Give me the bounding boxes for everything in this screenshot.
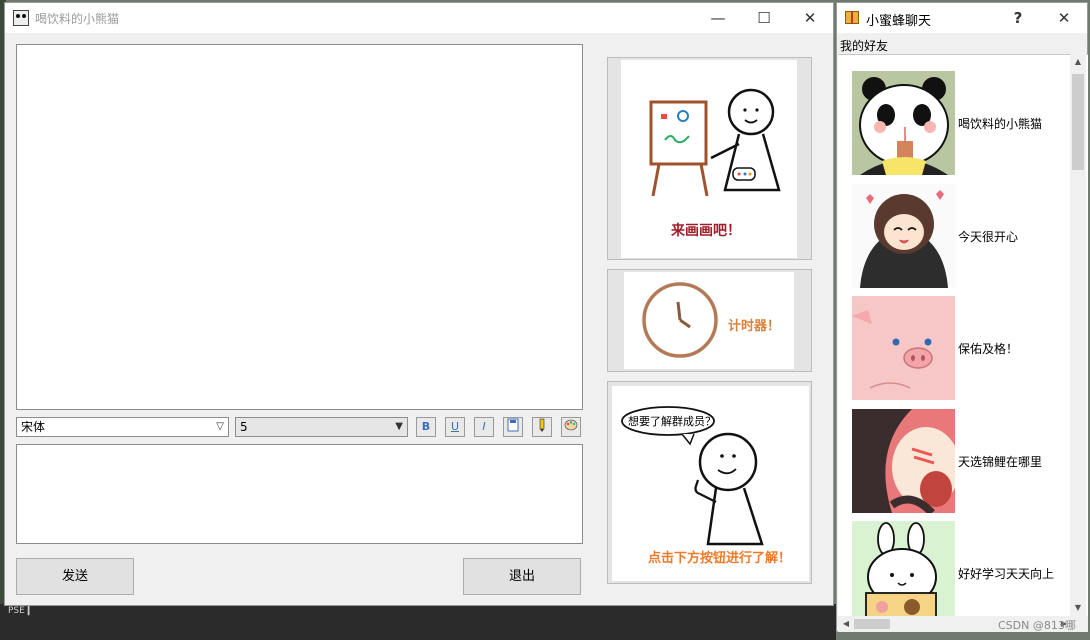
chevron-down-icon: ▽: [216, 421, 224, 432]
pig-avatar: [852, 296, 955, 400]
text-color-button[interactable]: [532, 417, 552, 437]
friend-name: 天选锦鲤在哪里: [958, 455, 1043, 469]
message-history-box[interactable]: [16, 44, 583, 410]
underline-button[interactable]: U: [445, 417, 465, 437]
font-size-value: 5: [240, 420, 248, 434]
scrollbar-thumb[interactable]: [1072, 74, 1084, 170]
taskbar-strip: PSE ▎: [0, 604, 836, 640]
friends-close-button[interactable]: ✕: [1041, 3, 1087, 33]
timer-card-button[interactable]: 计时器！: [607, 269, 812, 372]
draw-card-text: 来画画吧！: [671, 223, 741, 239]
chat-window-title: 喝饮料的小熊猫: [35, 12, 120, 26]
draw-card-image: 来画画吧！: [621, 60, 797, 258]
friend-item[interactable]: 今天很开心: [852, 184, 1072, 288]
friend-name: 今天很开心: [958, 230, 1019, 244]
cartoon-avatar: [852, 409, 955, 513]
members-card-image: 想要了解群成员？ 点击下方按钮进行了解！: [612, 386, 809, 581]
friends-vertical-scrollbar[interactable]: ▲ ▼: [1070, 54, 1086, 616]
friend-item[interactable]: 喝饮料的小熊猫: [852, 71, 1072, 175]
watermark-text: CSDN @813哪: [998, 619, 1076, 632]
scroll-up-icon[interactable]: ▲: [1070, 54, 1086, 70]
friend-item[interactable]: 保佑及格！: [852, 296, 1072, 400]
font-size-select[interactable]: 5 ▼: [235, 417, 408, 437]
chat-window: 喝饮料的小熊猫 — ☐ ✕ 宋体 ▽ 5 ▼ B U I 发送 退出 来画画吧！…: [4, 2, 834, 606]
girl-avatar: [852, 184, 955, 288]
friend-name: 喝饮料的小熊猫: [958, 117, 1043, 131]
timer-card-image: 计时器！: [624, 272, 794, 369]
font-family-value: 宋体: [21, 420, 46, 434]
clock-icon: [642, 282, 718, 358]
close-button[interactable]: ✕: [787, 3, 833, 33]
panda-app-icon: [13, 10, 29, 26]
scroll-left-icon[interactable]: ◀: [838, 616, 854, 632]
draw-card-button[interactable]: 来画画吧！: [607, 57, 812, 260]
pencil-icon: [539, 418, 545, 432]
scroll-down-icon[interactable]: ▼: [1070, 600, 1086, 616]
members-card-text: 点击下方按钮进行了解！: [648, 551, 792, 566]
bunny-avatar: [852, 521, 955, 616]
save-button[interactable]: [503, 417, 523, 437]
font-family-select[interactable]: 宋体 ▽: [16, 417, 229, 437]
bold-button[interactable]: B: [416, 417, 436, 437]
paint-palette-icon: [564, 419, 578, 431]
friends-window-titlebar: 小蜜蜂聊天 ? ✕: [837, 3, 1087, 33]
friend-item[interactable]: 好好学习天天向上: [852, 521, 1072, 616]
hscrollbar-thumb[interactable]: [854, 619, 890, 629]
panda-avatar: [852, 71, 955, 175]
exit-button[interactable]: 退出: [463, 558, 581, 595]
dropdown-arrow-icon: ▼: [395, 421, 403, 432]
help-button[interactable]: ?: [995, 3, 1041, 33]
timer-card-text: 计时器！: [728, 319, 781, 334]
save-icon: [507, 418, 519, 432]
friend-name: 好好学习天天向上: [958, 567, 1055, 581]
members-bubble-text: 想要了解群成员？: [628, 415, 716, 428]
members-card-button[interactable]: 想要了解群成员？ 点击下方按钮进行了解！: [607, 381, 812, 584]
message-input-box[interactable]: [16, 444, 583, 544]
friends-window: 小蜜蜂聊天 ? ✕ 我的好友 喝饮料的小熊猫 今天很开心 保佑及格！ 天选锦鲤在…: [836, 2, 1088, 632]
clear-button[interactable]: [561, 417, 581, 437]
friend-name: 保佑及格！: [958, 342, 1019, 356]
send-button[interactable]: 发送: [16, 558, 134, 595]
minimize-button[interactable]: —: [695, 3, 741, 33]
friends-list[interactable]: 喝饮料的小熊猫 今天很开心 保佑及格！ 天选锦鲤在哪里 好好学习天天向上: [838, 54, 1088, 616]
friends-window-title: 小蜜蜂聊天: [866, 14, 932, 29]
friends-section-label: 我的好友: [840, 39, 889, 53]
friend-item[interactable]: 天选锦鲤在哪里: [852, 409, 1072, 513]
chat-window-titlebar: 喝饮料的小熊猫 — ☐ ✕: [5, 3, 833, 33]
maximize-button[interactable]: ☐: [741, 3, 787, 33]
italic-button[interactable]: I: [474, 417, 494, 437]
gift-app-icon: [845, 11, 859, 24]
